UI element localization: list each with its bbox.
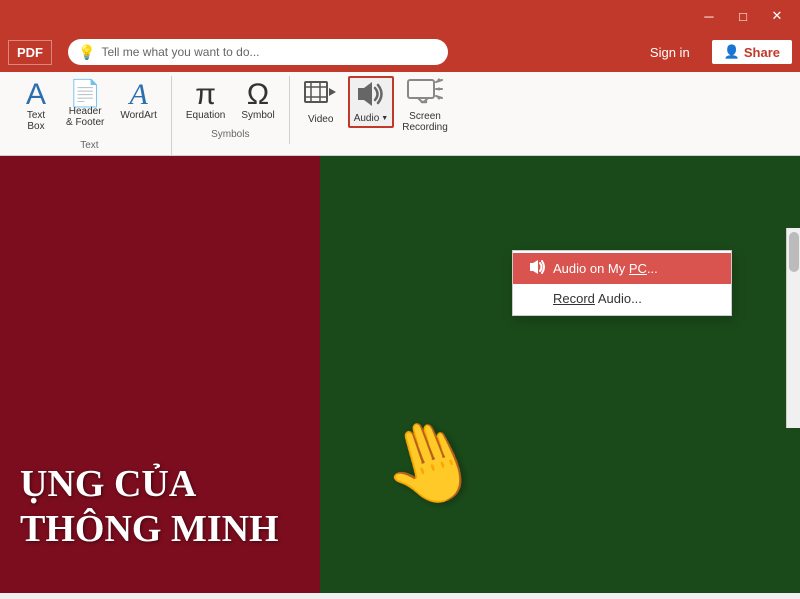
ribbon-media-items: Video Audio ▼: [298, 76, 452, 135]
title-bar: ─ □ ✕: [0, 0, 800, 32]
slide-text-line1: ỤNG CỦA: [20, 462, 279, 508]
content-area: 🤚 ỤNG CỦA THÔNG MINH: [0, 156, 800, 593]
textbox-icon: A: [26, 80, 46, 110]
textbox-label: TextBox: [27, 110, 45, 132]
audio-label-row: Audio ▼: [354, 113, 389, 124]
video-label: Video: [308, 114, 333, 125]
audio-dropdown-arrow: ▼: [381, 115, 388, 122]
hand-cursor-icon: 🤚: [367, 402, 493, 524]
ribbon-equation-button[interactable]: π Equation: [180, 76, 231, 125]
ribbon-area: A TextBox 📄 Header& Footer A WordArt Tex…: [0, 72, 800, 156]
ribbon-group-media: Video Audio ▼: [290, 76, 460, 141]
minimize-button[interactable]: ─: [694, 6, 724, 26]
share-icon: 👤: [724, 44, 740, 60]
share-button[interactable]: 👤 Share: [712, 40, 792, 64]
symbol-label: Symbol: [241, 110, 274, 121]
ribbon-wordart-button[interactable]: A WordArt: [114, 76, 163, 125]
search-bar[interactable]: 💡 Tell me what you want to do...: [68, 39, 448, 65]
ribbon-header-footer-button[interactable]: 📄 Header& Footer: [60, 76, 110, 132]
header-footer-icon: 📄: [69, 80, 101, 106]
slide-text-line2: THÔNG MINH: [20, 507, 279, 553]
symbols-group-label: Symbols: [211, 129, 249, 140]
equation-label: Equation: [186, 110, 225, 121]
ribbon-symbol-button[interactable]: Ω Symbol: [235, 76, 280, 125]
search-placeholder: Tell me what you want to do...: [101, 45, 259, 59]
audio-label: Audio: [354, 113, 380, 124]
audio-icon: [354, 80, 388, 113]
audio-on-pc-label: Audio on My PC...: [553, 261, 658, 276]
share-label: Share: [744, 45, 780, 60]
wordart-icon: A: [129, 80, 147, 110]
ribbon-group-symbols: π Equation Ω Symbol Symbols: [172, 76, 290, 144]
video-icon: [304, 80, 338, 114]
ribbon-group-text: A TextBox 📄 Header& Footer A WordArt Tex…: [8, 76, 172, 155]
ribbon: A TextBox 📄 Header& Footer A WordArt Tex…: [0, 72, 800, 156]
slide-panel: 🤚 ỤNG CỦA THÔNG MINH: [0, 156, 800, 593]
menu-right-actions: Sign in 👤 Share: [640, 40, 792, 64]
text-group-label: Text: [80, 140, 98, 151]
equation-icon: π: [195, 80, 216, 110]
menu-bar: PDF 💡 Tell me what you want to do... Sig…: [0, 32, 800, 72]
close-button[interactable]: ✕: [762, 6, 792, 26]
symbol-icon: Ω: [247, 80, 269, 110]
audio-on-pc-icon: [529, 260, 545, 277]
pc-underline: PC: [629, 261, 647, 276]
audio-dropdown-menu: Audio on My PC... Record Audio...: [512, 250, 732, 316]
header-footer-label: Header& Footer: [66, 106, 104, 128]
slide-text: ỤNG CỦA THÔNG MINH: [0, 452, 299, 563]
ribbon-text-items: A TextBox 📄 Header& Footer A WordArt: [16, 76, 163, 136]
lightbulb-icon: 💡: [78, 44, 95, 61]
screen-recording-label: ScreenRecording: [402, 111, 448, 133]
audio-on-pc-menu-item[interactable]: Audio on My PC...: [513, 253, 731, 284]
scrollbar-thumb[interactable]: [789, 232, 799, 272]
ribbon-video-button[interactable]: Video: [298, 76, 344, 129]
scrollbar[interactable]: [786, 228, 800, 428]
record-audio-menu-item[interactable]: Record Audio...: [513, 284, 731, 313]
ribbon-symbols-items: π Equation Ω Symbol: [180, 76, 281, 125]
record-underline: Record: [553, 291, 595, 306]
screen-recording-icon: [406, 78, 444, 111]
ribbon-screen-recording-button[interactable]: ScreenRecording: [398, 76, 452, 135]
ribbon-audio-button[interactable]: Audio ▼: [348, 76, 395, 128]
wordart-label: WordArt: [120, 110, 157, 121]
sign-in-button[interactable]: Sign in: [640, 41, 700, 64]
record-audio-label: Record Audio...: [553, 291, 642, 306]
ribbon-textbox-button[interactable]: A TextBox: [16, 76, 56, 136]
maximize-button[interactable]: □: [728, 6, 758, 26]
pdf-button[interactable]: PDF: [8, 40, 52, 65]
